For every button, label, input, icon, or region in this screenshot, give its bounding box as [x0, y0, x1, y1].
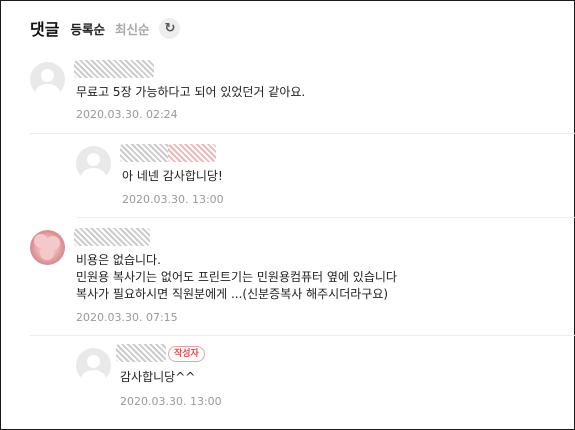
reply-text: 아 네넨 감사합니당! — [122, 169, 223, 183]
avatar-body — [35, 84, 60, 97]
avatar-petal — [40, 246, 54, 260]
comment-line: 복사가 필요하시면 직원분에게 ...(신분증복사 해주시더라구요) — [76, 287, 389, 301]
default-avatar[interactable] — [30, 62, 65, 97]
nickname-blurred[interactable] — [116, 344, 166, 362]
nickname-blurred[interactable] — [168, 144, 216, 162]
default-avatar[interactable] — [76, 146, 111, 181]
comment-divider — [30, 335, 575, 336]
reply-text: 감사합니당^^ — [120, 370, 196, 384]
avatar-head — [87, 355, 100, 368]
author-badge: 작성자 — [168, 346, 205, 362]
avatar-head — [87, 153, 100, 166]
flower-avatar[interactable] — [30, 230, 65, 265]
reply-date: 2020.03.30. 13:00 — [122, 193, 224, 206]
comment-line: 비용은 없습니다. — [76, 253, 161, 267]
default-avatar[interactable] — [76, 348, 111, 383]
comment-date: 2020.03.30. 02:24 — [76, 108, 178, 121]
nickname-blurred[interactable] — [120, 144, 170, 162]
comment-line: 민원용 복사기는 없어도 프린트기는 민원용컴퓨터 옆에 있습니다 — [76, 270, 397, 284]
reply-date: 2020.03.30. 13:00 — [120, 395, 222, 408]
comments-header: 댓글 등록순 최신순 ↻ — [30, 13, 181, 43]
sort-latest-button[interactable]: 최신순 — [115, 19, 150, 38]
nickname-blurred[interactable] — [74, 60, 154, 78]
comment-divider — [30, 133, 575, 134]
comments-title: 댓글 — [30, 20, 60, 39]
comment-text: 무료고 5장 가능하다고 되어 있었던거 같아요. — [76, 85, 306, 99]
avatar-head — [41, 69, 54, 82]
nickname-blurred[interactable] — [74, 228, 150, 246]
comment-date: 2020.03.30. 07:15 — [76, 311, 178, 324]
comment-divider — [76, 217, 575, 218]
sort-register-button[interactable]: 등록순 — [70, 19, 105, 38]
avatar-body — [81, 168, 106, 181]
avatar-body — [81, 370, 106, 383]
refresh-icon[interactable]: ↻ — [159, 17, 181, 39]
